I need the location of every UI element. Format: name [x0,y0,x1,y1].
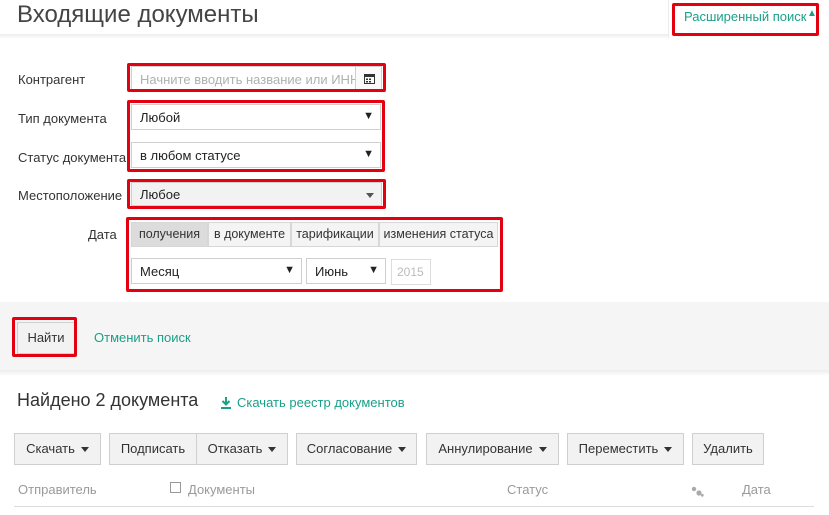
caret-down-icon [80,447,89,453]
approval-button[interactable]: Согласование [296,433,417,465]
page-title: Входящие документы [17,1,259,28]
date-label: Дата [88,227,117,242]
location-label: Местоположение [18,188,123,203]
refuse-button-label: Отказать [207,441,263,456]
select-all-checkbox[interactable] [170,482,181,493]
approval-button-label: Согласование [306,441,393,456]
highlight-find [12,317,77,357]
sign-button[interactable]: Подписать [109,433,197,465]
results-count: Найдено 2 документа [17,390,199,410]
refuse-button[interactable]: Отказать [196,433,288,465]
counterparty-label: Контрагент [18,72,86,87]
column-documents[interactable]: Документы [188,482,255,497]
column-status[interactable]: Статус [507,482,548,497]
move-button[interactable]: Переместить [567,433,684,465]
cancel-search-link[interactable]: Отменить поиск [94,330,191,345]
download-icon[interactable] [221,396,231,414]
results-divider [0,370,829,376]
doc-type-label: Тип документа [18,111,107,126]
caret-down-icon [268,447,277,453]
attachments-icon [690,484,704,502]
move-button-label: Переместить [578,441,659,456]
delete-button[interactable]: Удалить [692,433,764,465]
download-button-label: Скачать [26,441,75,456]
column-date[interactable]: Дата [742,482,771,497]
highlight-date [126,217,503,292]
highlight-type-status [127,100,385,172]
caret-down-icon [398,447,407,453]
highlight-advanced-search [672,3,819,36]
doc-status-label: Статус документа [18,150,127,165]
column-sender[interactable]: Отправитель [18,482,97,497]
caret-down-icon [538,447,547,453]
highlight-counterparty [127,63,386,92]
download-registry-link[interactable]: Скачать реестр документов [237,395,405,410]
highlight-location [127,179,386,209]
annul-button[interactable]: Аннулирование [426,433,559,465]
caret-down-icon [664,447,673,453]
annul-button-label: Аннулирование [438,441,533,456]
table-header-divider [14,506,814,507]
download-button[interactable]: Скачать [14,433,101,465]
